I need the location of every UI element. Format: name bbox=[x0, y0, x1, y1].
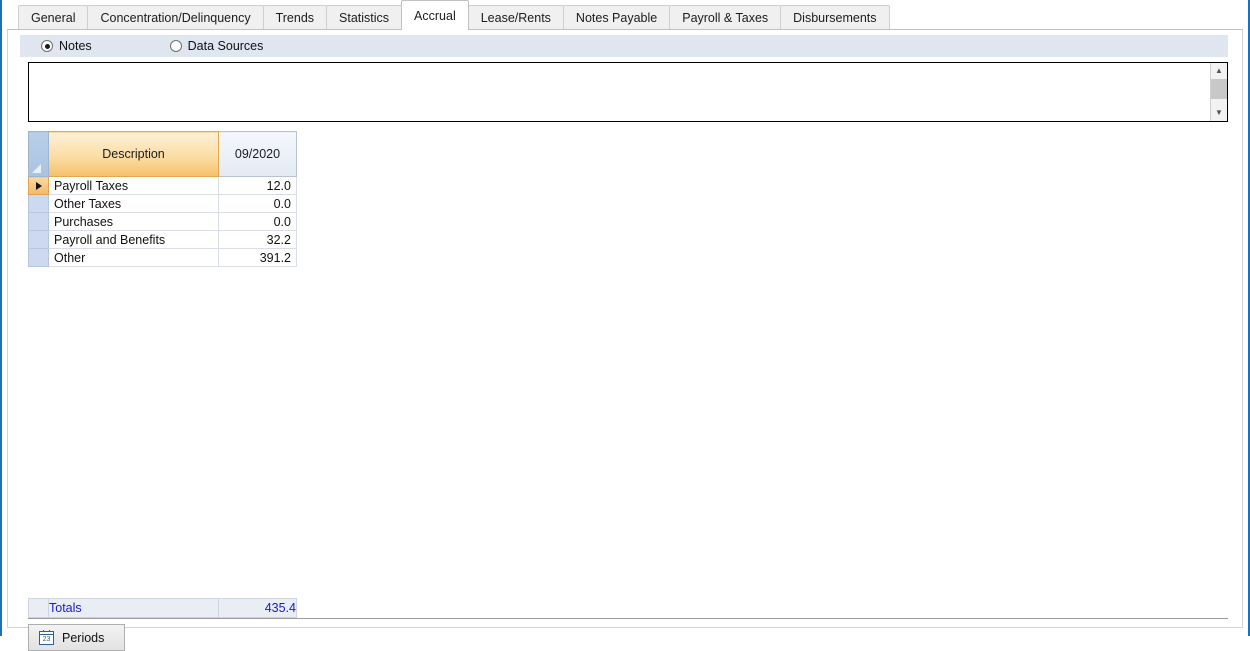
totals-row: Totals 435.4 bbox=[29, 599, 297, 618]
cell-description[interactable]: Other bbox=[49, 249, 219, 267]
scroll-down-arrow-icon[interactable]: ▼ bbox=[1211, 105, 1227, 121]
totals-selector-cell bbox=[29, 599, 49, 618]
cell-description[interactable]: Other Taxes bbox=[49, 195, 219, 213]
row-selector[interactable] bbox=[29, 231, 49, 249]
row-selector[interactable] bbox=[29, 249, 49, 267]
tab-statistics[interactable]: Statistics bbox=[326, 5, 402, 30]
table-row[interactable]: Purchases0.0 bbox=[29, 213, 297, 231]
row-selector[interactable] bbox=[29, 195, 49, 213]
cell-description[interactable]: Purchases bbox=[49, 213, 219, 231]
cell-description[interactable]: Payroll Taxes bbox=[49, 177, 219, 195]
grid-corner-header[interactable] bbox=[29, 132, 49, 177]
cell-value[interactable]: 32.2 bbox=[219, 231, 297, 249]
row-selector[interactable] bbox=[29, 213, 49, 231]
tab-payroll-taxes[interactable]: Payroll & Taxes bbox=[669, 5, 781, 30]
table-row[interactable]: Payroll Taxes12.0 bbox=[29, 177, 297, 195]
accrual-table: Description 09/2020 Payroll Taxes12.0Oth… bbox=[28, 131, 297, 267]
radio-data-sources-label: Data Sources bbox=[188, 39, 264, 53]
application-frame: GeneralConcentration/DelinquencyTrendsSt… bbox=[0, 0, 1250, 636]
totals-label: Totals bbox=[49, 599, 219, 618]
totals-divider bbox=[28, 618, 1228, 619]
radio-option-data-sources[interactable]: Data Sources bbox=[170, 39, 264, 53]
radio-notes-label: Notes bbox=[59, 39, 92, 53]
tab-trends[interactable]: Trends bbox=[263, 5, 327, 30]
cell-value[interactable]: 0.0 bbox=[219, 195, 297, 213]
notes-textarea[interactable] bbox=[29, 63, 1210, 121]
scroll-up-arrow-icon[interactable]: ▲ bbox=[1211, 63, 1227, 79]
cell-value[interactable]: 391.2 bbox=[219, 249, 297, 267]
totals-value: 435.4 bbox=[219, 599, 297, 618]
table-body: Payroll Taxes12.0Other Taxes0.0Purchases… bbox=[29, 177, 297, 267]
row-selector-current[interactable] bbox=[29, 177, 49, 195]
radio-notes-indicator bbox=[41, 40, 53, 52]
calendar-icon: 23 bbox=[39, 631, 54, 645]
table-row[interactable]: Payroll and Benefits32.2 bbox=[29, 231, 297, 249]
cell-value[interactable]: 0.0 bbox=[219, 213, 297, 231]
tab-notes-payable[interactable]: Notes Payable bbox=[563, 5, 670, 30]
notes-vertical-scrollbar[interactable]: ▲ ▼ bbox=[1210, 63, 1227, 121]
tab-list: GeneralConcentration/DelinquencyTrendsSt… bbox=[18, 0, 889, 30]
tab-general[interactable]: General bbox=[18, 5, 88, 30]
tab-concentration-delinquency[interactable]: Concentration/Delinquency bbox=[87, 5, 263, 30]
column-header-description[interactable]: Description bbox=[49, 132, 219, 177]
column-header-period[interactable]: 09/2020 bbox=[219, 132, 297, 177]
table-row[interactable]: Other391.2 bbox=[29, 249, 297, 267]
view-mode-option-bar: Notes Data Sources bbox=[20, 35, 1228, 57]
totals-strip: Totals 435.4 bbox=[28, 598, 1228, 617]
table-header: Description 09/2020 bbox=[29, 132, 297, 177]
periods-button-label: Periods bbox=[62, 631, 104, 645]
accrual-content-panel: Notes Data Sources ▲ ▼ bbox=[7, 29, 1243, 628]
tab-strip: GeneralConcentration/DelinquencyTrendsSt… bbox=[7, 0, 1243, 30]
left-accent-rail bbox=[0, 0, 2, 636]
header-row: Description 09/2020 bbox=[29, 132, 297, 177]
radio-data-sources-indicator bbox=[170, 40, 182, 52]
tab-disbursements[interactable]: Disbursements bbox=[780, 5, 889, 30]
accrual-data-grid: Description 09/2020 Payroll Taxes12.0Oth… bbox=[28, 131, 1228, 586]
notes-editor: ▲ ▼ bbox=[28, 62, 1228, 122]
radio-option-notes[interactable]: Notes bbox=[41, 39, 92, 53]
tab-accrual[interactable]: Accrual bbox=[401, 0, 469, 30]
periods-button[interactable]: 23 Periods bbox=[28, 624, 125, 651]
scrollbar-thumb[interactable] bbox=[1211, 79, 1227, 99]
totals-table: Totals 435.4 bbox=[28, 598, 297, 618]
table-row[interactable]: Other Taxes0.0 bbox=[29, 195, 297, 213]
cell-value[interactable]: 12.0 bbox=[219, 177, 297, 195]
tab-lease-rents[interactable]: Lease/Rents bbox=[468, 5, 564, 30]
cell-description[interactable]: Payroll and Benefits bbox=[49, 231, 219, 249]
